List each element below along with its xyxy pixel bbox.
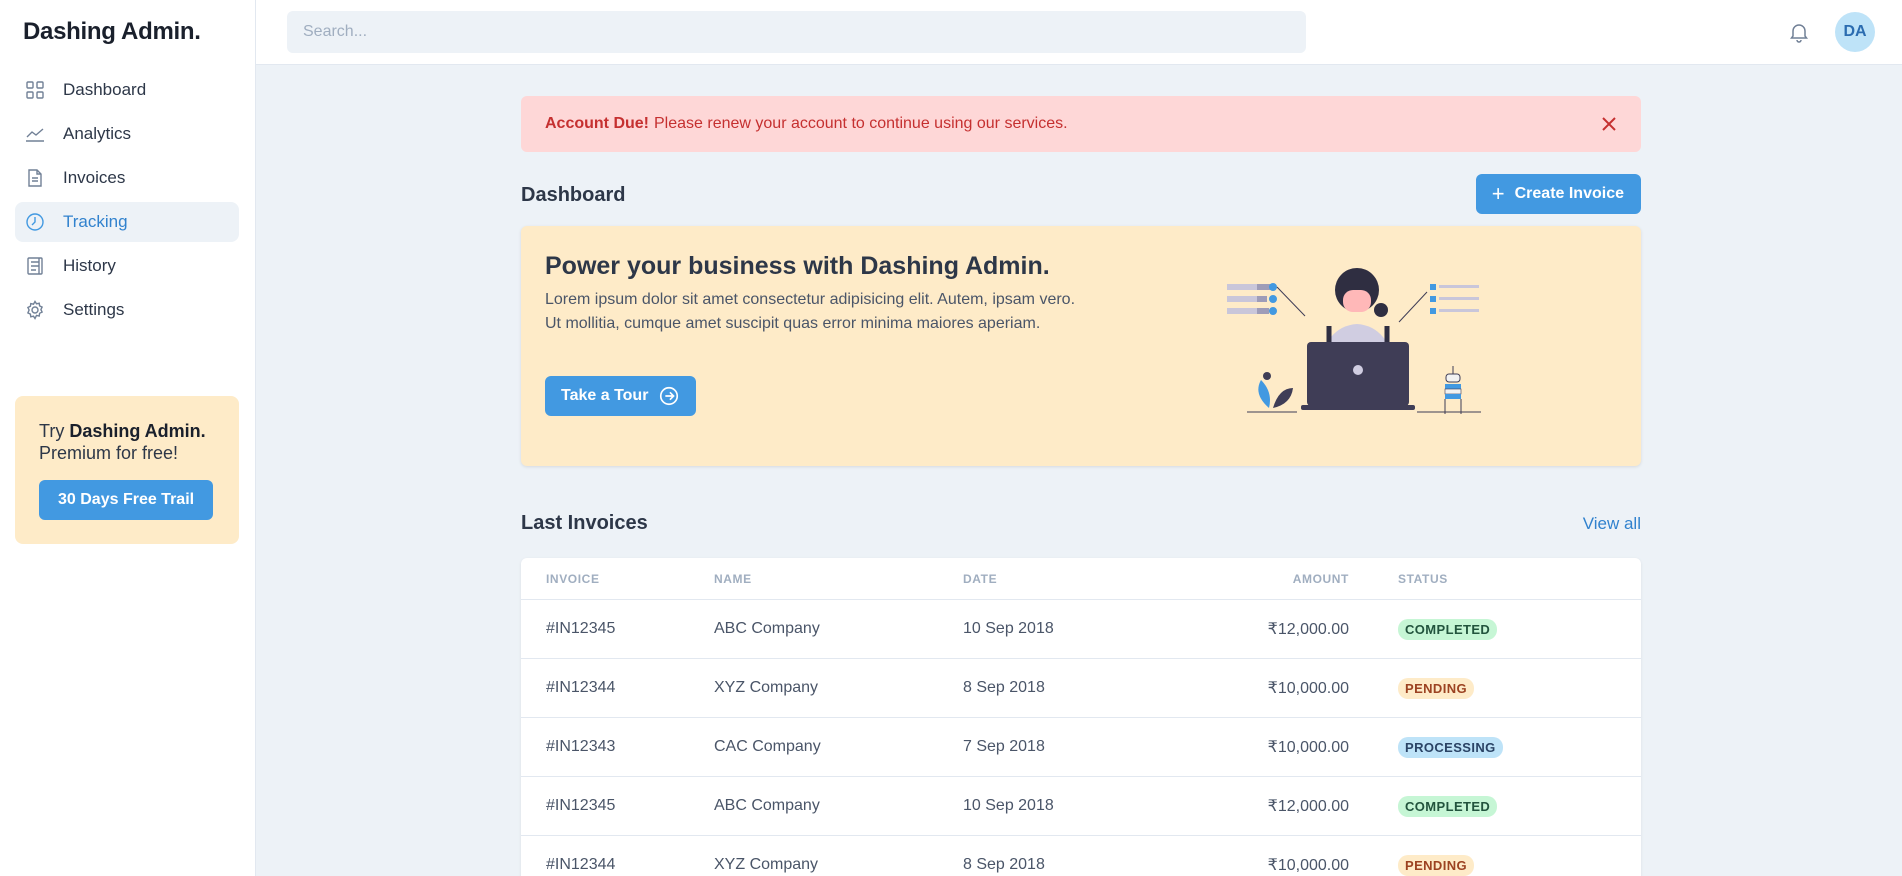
table-row[interactable]: #IN12344 XYZ Company 8 Sep 2018 ₹10,000.00 P… [521, 659, 1641, 718]
gear-icon [25, 300, 45, 320]
person-laptop-illustration [1227, 268, 1481, 414]
alert-message: Please renew your account to continue us… [654, 115, 1068, 132]
sidebar-item-label: Tracking [63, 212, 128, 231]
column-header-date[interactable]: DATE [963, 572, 1129, 586]
date-cell: 8 Sep 2018 [963, 679, 1045, 696]
search-input[interactable] [287, 11, 1306, 53]
date-cell: 10 Sep 2018 [963, 797, 1054, 814]
hero-banner: Power your business with Dashing Admin. … [521, 226, 1641, 466]
status-badge: PENDING [1398, 854, 1475, 876]
document-icon [25, 168, 45, 188]
date-cell: 7 Sep 2018 [963, 738, 1045, 755]
promo-suffix: Premium for free! [39, 443, 179, 463]
take-tour-button[interactable]: Take a Tour [545, 376, 697, 416]
sidebar-item-label: Invoices [63, 168, 126, 187]
column-header-name[interactable]: NAME [714, 572, 963, 586]
status-badge: COMPLETED [1398, 618, 1498, 640]
column-header-invoice[interactable]: INVOICE [521, 572, 714, 586]
amount-cell: ₹10,000.00 [1267, 739, 1349, 756]
create-invoice-label: Create Invoice [1514, 185, 1624, 202]
topbar: DA [256, 0, 1902, 65]
status-cell: COMPLETED [1349, 618, 1498, 640]
invoices-header: Last Invoices View all [521, 510, 1641, 540]
receipt-icon [25, 256, 45, 276]
chart-line-icon [25, 124, 45, 144]
bell-icon[interactable] [1787, 20, 1811, 44]
invoices-table: INVOICE NAME DATE AMOUNT STATUS #IN12345… [521, 558, 1641, 876]
sidebar-item-invoices[interactable]: Invoices [15, 158, 239, 198]
dashboard-header: Dashboard + Create Invoice [521, 174, 1641, 214]
status-cell: PENDING [1349, 677, 1475, 699]
promo-prefix: Try [39, 421, 70, 441]
invoice-id-cell: #IN12344 [546, 856, 616, 873]
alert-title: Account Due! [545, 115, 649, 132]
hero-title: Power your business with Dashing Admin. [545, 252, 1050, 280]
status-badge: PROCESSING [1398, 736, 1503, 758]
sidebar-item-label: Analytics [63, 124, 132, 143]
sidebar-item-tracking[interactable]: Tracking [15, 202, 239, 242]
table-row[interactable]: #IN12345 ABC Company 10 Sep 2018 ₹12,000.00… [521, 777, 1641, 836]
invoice-id-cell: #IN12343 [546, 738, 616, 755]
invoice-id-cell: #IN12345 [546, 620, 616, 637]
company-name-cell: ABC Company [714, 620, 820, 637]
sidebar: Dashing Admin. Dashboard Analytics Invoi… [0, 0, 256, 876]
amount-cell: ₹12,000.00 [1267, 621, 1349, 638]
grid-icon [25, 80, 45, 100]
column-header-status[interactable]: STATUS [1349, 572, 1448, 586]
column-header-amount[interactable]: AMOUNT [1129, 572, 1349, 586]
clock-icon [25, 212, 45, 232]
premium-promo-card: Try Dashing Admin. Premium for free! 30 … [15, 396, 239, 544]
main-content: Account Due! Please renew your account t… [521, 96, 1641, 876]
close-icon[interactable] [1599, 114, 1619, 134]
amount-cell: ₹10,000.00 [1267, 680, 1349, 697]
take-tour-label: Take a Tour [561, 387, 649, 404]
promo-brand: Dashing Admin. [69, 421, 206, 441]
amount-cell: ₹12,000.00 [1267, 798, 1349, 815]
status-cell: PROCESSING [1349, 736, 1503, 758]
arrow-circle-right-icon [660, 386, 679, 406]
plus-icon: + [1491, 181, 1505, 206]
date-cell: 10 Sep 2018 [963, 620, 1054, 637]
page-title: Dashboard [521, 184, 626, 206]
status-badge: COMPLETED [1398, 795, 1498, 817]
date-cell: 8 Sep 2018 [963, 856, 1045, 873]
company-name-cell: XYZ Company [714, 679, 819, 696]
sidebar-nav: Dashboard Analytics Invoices Tracking Hi… [15, 70, 239, 334]
invoice-id-cell: #IN12345 [546, 797, 616, 814]
company-name-cell: ABC Company [714, 797, 820, 814]
view-all-link[interactable]: View all [1583, 514, 1641, 534]
company-name-cell: XYZ Company [714, 856, 819, 873]
invoices-title: Last Invoices [521, 512, 648, 534]
promo-text: Try Dashing Admin. Premium for free! [39, 420, 215, 464]
create-invoice-button[interactable]: + Create Invoice [1475, 174, 1641, 214]
status-badge: PENDING [1398, 677, 1475, 699]
invoice-id-cell: #IN12344 [546, 679, 616, 696]
sidebar-item-settings[interactable]: Settings [15, 290, 239, 330]
sidebar-item-history[interactable]: History [15, 246, 239, 286]
table-row[interactable]: #IN12344 XYZ Company 8 Sep 2018 ₹10,000.00 P… [521, 836, 1641, 876]
amount-cell: ₹10,000.00 [1267, 857, 1349, 874]
table-header-row: INVOICE NAME DATE AMOUNT STATUS [521, 558, 1641, 600]
status-cell: COMPLETED [1349, 795, 1498, 817]
sidebar-item-label: Dashboard [63, 80, 147, 99]
sidebar-item-dashboard[interactable]: Dashboard [15, 70, 239, 110]
free-trial-button[interactable]: 30 Days Free Trail [39, 480, 214, 520]
table-row[interactable]: #IN12343 CAC Company 7 Sep 2018 ₹10,000.00 P… [521, 718, 1641, 777]
brand-logo[interactable]: Dashing Admin. [23, 18, 201, 46]
status-cell: PENDING [1349, 854, 1475, 876]
avatar[interactable]: DA [1835, 12, 1875, 52]
sidebar-item-label: History [63, 256, 116, 275]
account-due-alert: Account Due! Please renew your account t… [521, 96, 1641, 152]
company-name-cell: CAC Company [714, 738, 821, 755]
sidebar-item-analytics[interactable]: Analytics [15, 114, 239, 154]
sidebar-item-label: Settings [63, 300, 125, 319]
hero-text: Lorem ipsum dolor sit amet consectetur a… [545, 291, 1076, 332]
table-row[interactable]: #IN12345 ABC Company 10 Sep 2018 ₹12,000.00… [521, 600, 1641, 659]
